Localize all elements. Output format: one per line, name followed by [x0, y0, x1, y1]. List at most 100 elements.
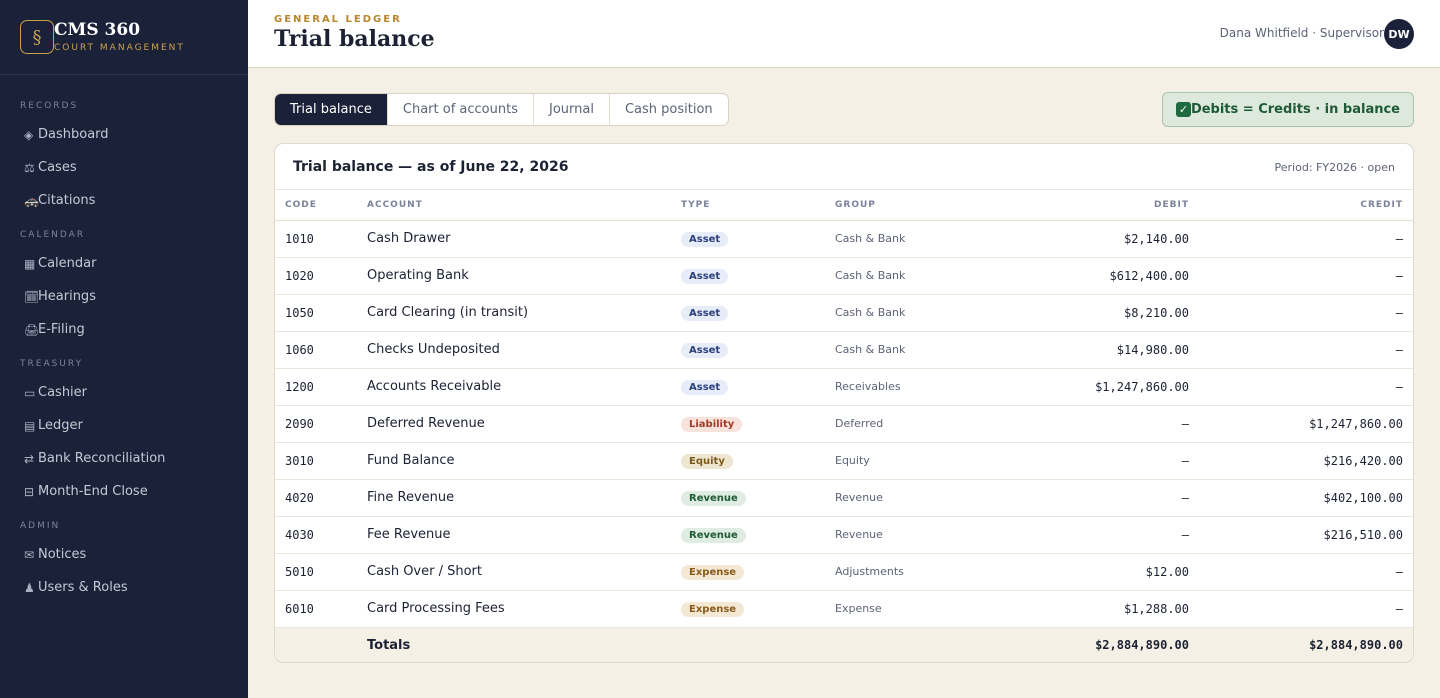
- printer-icon: 🖨: [24, 322, 40, 337]
- account-type-badge: Revenue: [681, 490, 746, 506]
- account-code: 1010: [275, 220, 367, 258]
- debit-amount: —: [985, 479, 1199, 517]
- account-type-badge: Equity: [681, 453, 733, 469]
- column-header-account[interactable]: ACCOUNT: [367, 190, 681, 221]
- page-header: GENERAL LEDGER Trial balance Dana Whitfi…: [248, 0, 1440, 68]
- table-row[interactable]: 1060 Checks Undeposited Asset Cash & Bank $1…: [275, 331, 1413, 369]
- table-row[interactable]: 1020 Operating Bank Asset Cash & Bank $612,4…: [275, 257, 1413, 295]
- table-row[interactable]: 4020 Fine Revenue Revenue Revenue — $402,100.…: [275, 479, 1413, 517]
- sidebar-item-citations[interactable]: 🚓 Citations: [0, 184, 248, 217]
- account-name: Fund Balance: [367, 442, 681, 480]
- cashier-icon: ▭: [24, 385, 36, 400]
- page-title: Trial balance: [274, 26, 435, 52]
- account-name: Fee Revenue: [367, 516, 681, 554]
- sidebar-item-e-filing[interactable]: 🖨 E-Filing: [0, 313, 248, 346]
- table-row[interactable]: 1010 Cash Drawer Asset Cash & Bank $2,140.00…: [275, 220, 1413, 258]
- totals-row: Totals $2,884,890.00 $2,884,890.00: [275, 627, 1413, 662]
- account-name: Accounts Receivable: [367, 368, 681, 406]
- sidebar-item-label: Dashboard: [38, 127, 109, 142]
- column-header-credit[interactable]: CREDIT: [1199, 190, 1413, 221]
- sidebar-item-label: Ledger: [38, 418, 83, 433]
- credit-amount: —: [1199, 331, 1413, 369]
- sidebar-nav: RECORDS ◈ Dashboard ⚖ Cases 🚓 Citations CALENDA…: [0, 75, 248, 604]
- totals-credit: $2,884,890.00: [1199, 627, 1413, 662]
- account-code: 5010: [275, 553, 367, 591]
- account-code: 1060: [275, 331, 367, 369]
- account-code: 4020: [275, 479, 367, 517]
- ledger-icon: ▤: [24, 418, 36, 433]
- account-code: 6010: [275, 590, 367, 628]
- table-header-row: CODE ACCOUNT TYPE GROUP DEBIT CREDIT: [275, 190, 1413, 221]
- sidebar-item-label: Cashier: [38, 385, 88, 400]
- account-type-badge: Revenue: [681, 527, 746, 543]
- sidebar-item-hearings[interactable]: 🗓 Hearings: [0, 280, 248, 313]
- credit-amount: $216,510.00: [1199, 516, 1413, 554]
- tab-cash-position[interactable]: Cash position: [610, 94, 728, 125]
- table-row[interactable]: 1200 Accounts Receivable Asset Receivables $…: [275, 368, 1413, 406]
- credit-amount: $216,420.00: [1199, 442, 1413, 480]
- account-code: 4030: [275, 516, 367, 554]
- sidebar-item-month-end-close[interactable]: ⊟ Month-End Close: [0, 475, 248, 508]
- hearings-icon: 🗓: [24, 289, 40, 304]
- table-row[interactable]: 3010 Fund Balance Equity Equity — $216,420.00: [275, 442, 1413, 480]
- column-header-type[interactable]: TYPE: [681, 190, 835, 221]
- account-type-cell: Asset: [681, 368, 835, 406]
- table-row[interactable]: 2090 Deferred Revenue Liability Deferred — $1…: [275, 405, 1413, 443]
- account-type-cell: Equity: [681, 442, 835, 480]
- table-row[interactable]: 5010 Cash Over / Short Expense Adjustments $…: [275, 553, 1413, 591]
- nav-section-items: ✉ Notices ♟ Users & Roles: [0, 538, 248, 604]
- sidebar-item-cashier[interactable]: ▭ Cashier: [0, 376, 248, 409]
- brand-subtitle: COURT MANAGEMENT: [54, 43, 185, 53]
- table-row[interactable]: 1050 Card Clearing (in transit) Asset Cash …: [275, 294, 1413, 332]
- account-type-cell: Liability: [681, 405, 835, 443]
- account-group: Expense: [835, 590, 985, 628]
- account-type-badge: Asset: [681, 342, 729, 358]
- account-name: Card Clearing (in transit): [367, 294, 681, 332]
- tab-journal[interactable]: Journal: [534, 94, 610, 125]
- account-group: Adjustments: [835, 553, 985, 591]
- account-type-cell: Asset: [681, 294, 835, 332]
- credit-amount: $402,100.00: [1199, 479, 1413, 517]
- account-group: Cash & Bank: [835, 331, 985, 369]
- account-code: 3010: [275, 442, 367, 480]
- debit-amount: $1,288.00: [985, 590, 1199, 628]
- account-type-cell: Revenue: [681, 516, 835, 554]
- sidebar-item-users-roles[interactable]: ♟ Users & Roles: [0, 571, 248, 604]
- account-type-cell: Revenue: [681, 479, 835, 517]
- sidebar-item-dashboard[interactable]: ◈ Dashboard: [0, 118, 248, 151]
- tab-trial-balance[interactable]: Trial balance: [275, 94, 388, 125]
- page-eyebrow: GENERAL LEDGER: [274, 14, 402, 25]
- period-label: Period: FY2026 · open: [1274, 161, 1395, 174]
- brand[interactable]: § CMS 360 COURT MANAGEMENT: [0, 0, 248, 75]
- debit-amount: $12.00: [985, 553, 1199, 591]
- account-group: Deferred: [835, 405, 985, 443]
- table-row[interactable]: 6010 Card Processing Fees Expense Expense $1…: [275, 590, 1413, 628]
- sidebar-item-cases[interactable]: ⚖ Cases: [0, 151, 248, 184]
- totals-type-cell: [681, 627, 835, 662]
- nav-section-items: ▦ Calendar 🗓 Hearings 🖨 E-Filing: [0, 247, 248, 346]
- column-header-debit[interactable]: DEBIT: [985, 190, 1199, 221]
- account-name: Cash Drawer: [367, 220, 681, 258]
- reconcile-icon: ⇄: [24, 451, 35, 466]
- column-header-group[interactable]: GROUP: [835, 190, 985, 221]
- sidebar-item-label: Bank Reconciliation: [38, 451, 166, 466]
- sidebar-item-label: Notices: [38, 547, 87, 562]
- sidebar-item-ledger[interactable]: ▤ Ledger: [0, 409, 248, 442]
- tab-chart-of-accounts[interactable]: Chart of accounts: [388, 94, 534, 125]
- account-type-cell: Expense: [681, 553, 835, 591]
- sidebar-item-notices[interactable]: ✉ Notices: [0, 538, 248, 571]
- nav-section-items: ◈ Dashboard ⚖ Cases 🚓 Citations: [0, 118, 248, 217]
- account-type-badge: Expense: [681, 601, 745, 617]
- sidebar-item-label: Citations: [38, 193, 96, 208]
- nav-section-title: CALENDAR: [20, 230, 86, 240]
- sidebar-item-bank-reconciliation[interactable]: ⇄ Bank Reconciliation: [0, 442, 248, 475]
- avatar[interactable]: DW: [1384, 19, 1414, 49]
- account-type-badge: Asset: [681, 379, 729, 395]
- column-header-code[interactable]: CODE: [275, 190, 367, 221]
- dashboard-icon: ◈: [24, 127, 34, 142]
- debit-amount: —: [985, 442, 1199, 480]
- table-row[interactable]: 4030 Fee Revenue Revenue Revenue — $216,510.0…: [275, 516, 1413, 554]
- credit-amount: —: [1199, 553, 1413, 591]
- sidebar-item-calendar[interactable]: ▦ Calendar: [0, 247, 248, 280]
- sidebar: § CMS 360 COURT MANAGEMENT RECORDS ◈ Dashb…: [0, 0, 248, 698]
